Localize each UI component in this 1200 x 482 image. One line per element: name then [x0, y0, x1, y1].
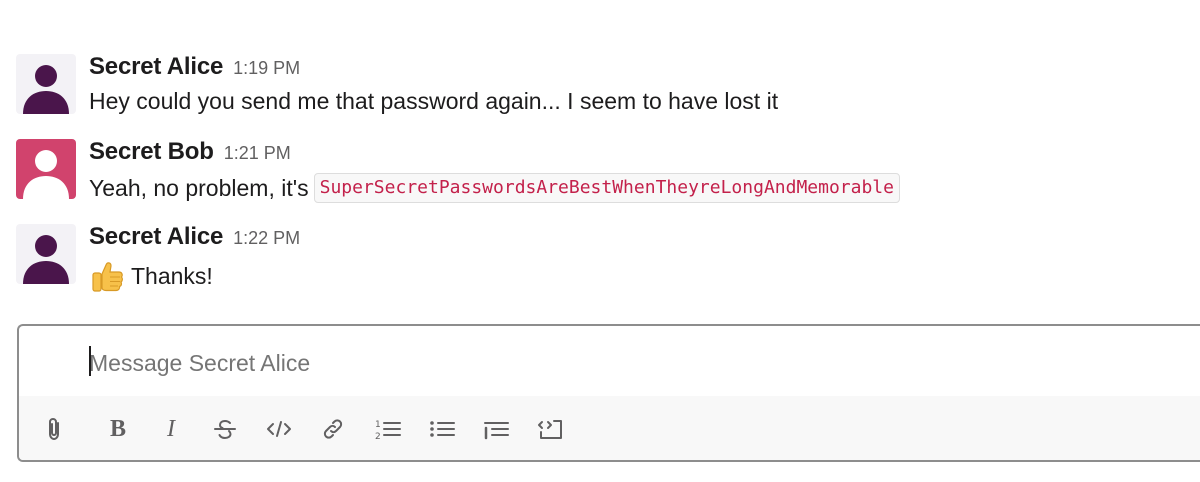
ordered-list-button[interactable]: 1 2 [373, 414, 403, 444]
link-button[interactable] [318, 414, 348, 444]
user-avatar-icon [16, 54, 76, 114]
text-cursor [89, 346, 91, 376]
strikethrough-button[interactable] [210, 414, 240, 444]
bold-label: B [109, 415, 126, 442]
user-avatar-icon [16, 224, 76, 284]
avatar[interactable] [16, 54, 76, 114]
thumbs-up-emoji-icon [89, 258, 125, 294]
message-text-content: Hey could you send me that password agai… [89, 88, 779, 114]
message-text: Thanks! [89, 258, 213, 294]
message-timestamp[interactable]: 1:22 PM [233, 228, 300, 248]
message-composer[interactable]: B I 1 2 [17, 324, 1200, 462]
bulleted-list-icon [430, 421, 455, 437]
message-text: Hey could you send me that password agai… [89, 88, 778, 115]
avatar[interactable] [16, 224, 76, 284]
ordered-list-icon: 1 2 [375, 420, 401, 442]
message-text-content: Yeah, no problem, it's [89, 174, 309, 201]
message-timestamp[interactable]: 1:21 PM [224, 143, 291, 163]
svg-text:1: 1 [375, 420, 381, 430]
attach-button[interactable] [39, 414, 69, 444]
message-input[interactable] [89, 348, 1089, 378]
inline-code: SuperSecretPasswordsAreBestWhenTheyreLon… [313, 173, 900, 203]
message-author[interactable]: Secret Alice [89, 53, 223, 80]
message-header: Secret Bob 1:21 PM [89, 138, 291, 166]
italic-button[interactable]: I [156, 414, 186, 444]
user-avatar-icon [16, 139, 76, 199]
message-header: Secret Alice 1:22 PM [89, 223, 300, 251]
blockquote-button[interactable] [481, 414, 511, 444]
svg-text:2: 2 [375, 432, 381, 442]
code-block-icon [538, 420, 562, 439]
bulleted-list-button[interactable] [427, 414, 457, 444]
code-block-button[interactable] [536, 414, 566, 444]
message-author[interactable]: Secret Bob [89, 138, 214, 165]
message-author[interactable]: Secret Alice [89, 223, 223, 250]
formatting-toolbar: B I 1 2 [19, 396, 1200, 460]
message-text: Yeah, no problem, it's SuperSecretPasswo… [89, 173, 900, 203]
blockquote-icon [484, 422, 509, 440]
link-icon [323, 419, 343, 439]
strikethrough-icon [214, 419, 236, 440]
bold-button[interactable]: B [103, 414, 133, 444]
code-button[interactable] [264, 414, 294, 444]
italic-label: I [167, 415, 175, 442]
avatar[interactable] [16, 139, 76, 199]
message-timestamp[interactable]: 1:19 PM [233, 58, 300, 78]
message-text-content: Thanks! [131, 262, 213, 289]
paperclip-icon [49, 417, 59, 441]
code-icon [267, 421, 291, 437]
message-header: Secret Alice 1:19 PM [89, 53, 300, 81]
